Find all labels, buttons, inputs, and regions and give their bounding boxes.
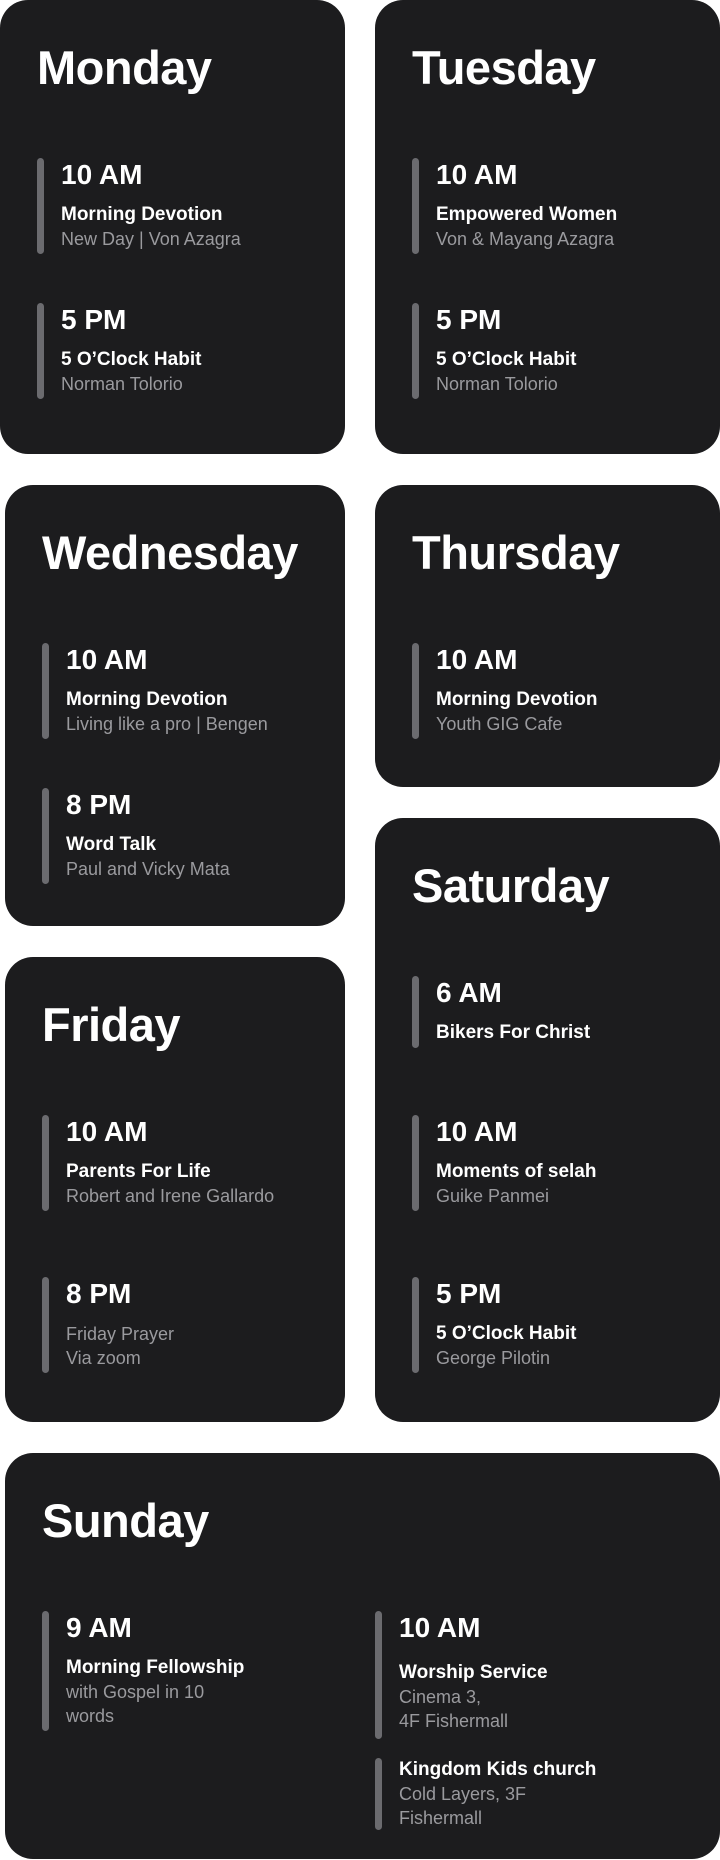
- day-card-saturday: Saturday 6 AM Bikers For Christ 10 AM Mo…: [375, 818, 720, 1422]
- event-marker: [412, 643, 419, 739]
- event-title: Empowered Women: [436, 204, 618, 225]
- event-item[interactable]: 10 AM Morning Devotion Youth GIG Cafe: [412, 643, 702, 739]
- event-marker: [42, 643, 49, 739]
- event-host: Youth GIG Cafe: [436, 714, 563, 734]
- event-title: Kingdom Kids church: [399, 1759, 597, 1780]
- event-host: Paul and Vicky Mata: [66, 859, 230, 879]
- event-title: Morning Devotion: [61, 204, 223, 225]
- day-heading: Thursday: [412, 526, 620, 579]
- event-details: Cinema 3, 4F Fishermall: [399, 1685, 508, 1733]
- event-time: 5 PM: [436, 304, 502, 335]
- day-card-monday: Monday 10 AM Morning Devotion New Day | …: [0, 0, 345, 454]
- event-time: 10 AM: [436, 644, 518, 675]
- event-host: New Day | Von Azagra: [61, 229, 241, 249]
- event-host: George Pilotin: [436, 1348, 551, 1368]
- event-time: 5 PM: [436, 1278, 502, 1309]
- event-time: 5 PM: [61, 304, 127, 335]
- event-time: 10 AM: [61, 159, 143, 190]
- event-item[interactable]: 8 PM Word Talk Paul and Vicky Mata: [42, 788, 332, 884]
- day-heading: Saturday: [412, 859, 610, 912]
- event-title: Morning Devotion: [66, 689, 228, 710]
- event-time: 10 AM: [66, 644, 148, 675]
- day-card-friday: Friday 10 AM Parents For Life Robert and…: [5, 957, 345, 1422]
- event-marker: [375, 1758, 382, 1830]
- event-title: 5 O’Clock Habit: [61, 349, 202, 370]
- event-title: Morning Fellowship: [66, 1657, 245, 1678]
- event-item[interactable]: 8 PM Friday Prayer Via zoom: [42, 1277, 332, 1373]
- event-marker: [37, 158, 44, 254]
- event-detail-line: Friday Prayer: [66, 1324, 175, 1344]
- event-title: Morning Devotion: [436, 689, 598, 710]
- event-item[interactable]: 10 AM Morning Devotion New Day | Von Aza…: [37, 158, 327, 254]
- event-details: Cold Layers, 3F Fishermall: [399, 1782, 526, 1830]
- event-title: Moments of selah: [436, 1161, 597, 1182]
- event-item[interactable]: 9 AM Morning Fellowship with Gospel in 1…: [42, 1611, 302, 1731]
- event-detail-line: 4F Fishermall: [399, 1711, 509, 1731]
- event-marker: [412, 976, 419, 1048]
- event-time: 8 PM: [66, 1278, 132, 1309]
- day-card-tuesday: Tuesday 10 AM Empowered Women Von & Maya…: [375, 0, 720, 454]
- event-item[interactable]: 10 AM Worship Service Cinema 3, 4F Fishe…: [375, 1611, 675, 1739]
- event-item[interactable]: 6 AM Bikers For Christ: [412, 976, 702, 1048]
- event-host: Norman Tolorio: [61, 374, 183, 394]
- event-title: Bikers For Christ: [436, 1022, 591, 1043]
- event-marker: [42, 1611, 49, 1731]
- event-host: Von & Mayang Azagra: [436, 229, 615, 249]
- event-detail-line: Cold Layers, 3F: [399, 1784, 527, 1804]
- event-item[interactable]: 10 AM Parents For Life Robert and Irene …: [42, 1115, 332, 1211]
- event-detail-line: Cinema 3,: [399, 1687, 482, 1707]
- event-title: Worship Service: [399, 1662, 548, 1683]
- event-detail-line: with Gospel in 10: [66, 1682, 205, 1702]
- event-marker: [412, 303, 419, 399]
- event-item[interactable]: 5 PM 5 O’Clock Habit George Pilotin: [412, 1277, 702, 1373]
- event-marker: [42, 788, 49, 884]
- day-heading: Tuesday: [412, 41, 596, 94]
- event-host: Norman Tolorio: [436, 374, 558, 394]
- event-item[interactable]: 10 AM Empowered Women Von & Mayang Azagr…: [412, 158, 702, 254]
- event-detail-line: Via zoom: [66, 1348, 141, 1368]
- event-title: 5 O’Clock Habit: [436, 349, 577, 370]
- event-marker: [42, 1277, 49, 1373]
- event-item[interactable]: 10 AM Morning Devotion Living like a pro…: [42, 643, 332, 739]
- event-time: 10 AM: [66, 1116, 148, 1147]
- event-marker: [375, 1611, 382, 1739]
- event-item[interactable]: 5 PM 5 O’Clock Habit Norman Tolorio: [412, 303, 702, 399]
- event-title: 5 O’Clock Habit: [436, 1323, 577, 1344]
- event-details: with Gospel in 10 words: [66, 1680, 204, 1728]
- event-time: 10 AM: [436, 1116, 518, 1147]
- event-item[interactable]: 5 PM 5 O’Clock Habit Norman Tolorio: [37, 303, 327, 399]
- event-host: Living like a pro | Bengen: [66, 714, 268, 734]
- day-card-thursday: Thursday 10 AM Morning Devotion Youth GI…: [375, 485, 720, 787]
- event-time: 10 AM: [399, 1612, 481, 1643]
- event-marker: [412, 1115, 419, 1211]
- event-detail-line: words: [66, 1706, 115, 1726]
- event-host: Robert and Irene Gallardo: [66, 1186, 275, 1206]
- day-heading: Sunday: [42, 1494, 209, 1547]
- event-time: 6 AM: [436, 977, 502, 1008]
- day-card-sunday: Sunday 9 AM Morning Fellowship with Gosp…: [5, 1453, 720, 1859]
- event-item[interactable]: Kingdom Kids church Cold Layers, 3F Fish…: [375, 1758, 675, 1830]
- event-details: Friday Prayer Via zoom: [66, 1322, 174, 1370]
- day-card-wednesday: Wednesday 10 AM Morning Devotion Living …: [5, 485, 345, 926]
- event-marker: [412, 1277, 419, 1373]
- day-heading: Wednesday: [42, 526, 298, 579]
- event-marker: [42, 1115, 49, 1211]
- event-item[interactable]: 10 AM Moments of selah Guike Panmei: [412, 1115, 702, 1211]
- event-time: 8 PM: [66, 789, 132, 820]
- event-title: Parents For Life: [66, 1161, 211, 1182]
- event-title: Word Talk: [66, 834, 157, 855]
- event-detail-line: Fishermall: [399, 1808, 483, 1828]
- event-host: Guike Panmei: [436, 1186, 550, 1206]
- day-heading: Friday: [42, 998, 181, 1051]
- event-time: 10 AM: [436, 159, 518, 190]
- day-heading: Monday: [37, 41, 212, 94]
- event-marker: [412, 158, 419, 254]
- event-time: 9 AM: [66, 1612, 132, 1643]
- event-marker: [37, 303, 44, 399]
